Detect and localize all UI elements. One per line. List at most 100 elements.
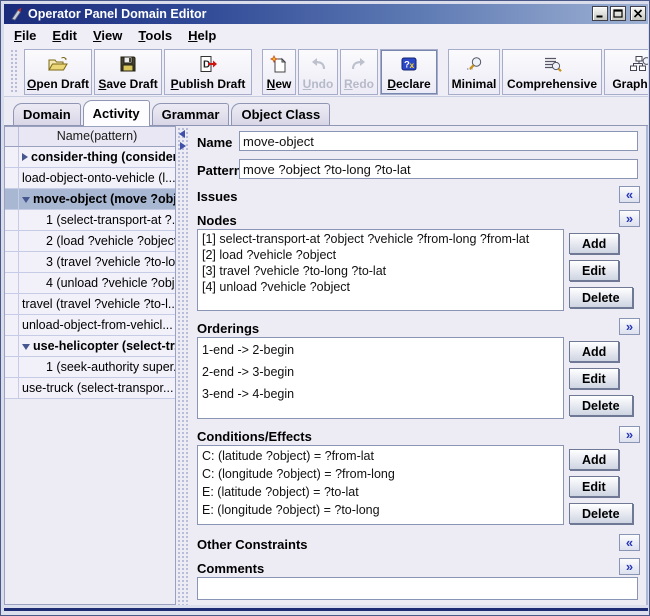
open-draft-button[interactable]: Open Draft: [24, 49, 92, 95]
list-item[interactable]: [4] unload ?vehicle ?object: [202, 279, 559, 295]
nodes-expand-button[interactable]: »: [619, 210, 640, 227]
close-icon: [633, 9, 643, 18]
tree-row[interactable]: 1 (select-transport-at ?...: [5, 210, 175, 231]
other-constraints-collapse-button[interactable]: «: [619, 534, 640, 551]
undo-arrow-icon: [308, 54, 328, 74]
tree-row-selected[interactable]: move-object (move ?obj...: [5, 189, 175, 210]
list-item[interactable]: [3] travel ?vehicle ?to-long ?to-lat: [202, 263, 559, 279]
declare-button[interactable]: ? x Declare: [380, 49, 438, 95]
comprehensive-label: Comprehensive: [506, 77, 598, 91]
conditions-add-button[interactable]: Add: [569, 449, 620, 470]
nodes-delete-button[interactable]: Delete: [569, 287, 633, 308]
tree-row[interactable]: consider-thing (consider...: [5, 147, 175, 168]
new-button[interactable]: New: [262, 49, 296, 95]
orderings-list[interactable]: 1-end -> 2-begin 2-end -> 3-begin 3-end …: [197, 337, 564, 419]
tree-row-label: consider-thing (consider...: [31, 150, 175, 164]
undo-label: Undo: [302, 77, 334, 91]
orderings-add-button[interactable]: Add: [569, 341, 620, 362]
tab-domain[interactable]: Domain: [13, 103, 81, 125]
conditions-delete-button[interactable]: Delete: [569, 503, 633, 524]
expanded-icon[interactable]: [22, 197, 30, 203]
list-item[interactable]: 1-end -> 2-begin: [202, 339, 559, 361]
close-button[interactable]: [630, 6, 646, 21]
issues-section-label: Issues: [197, 189, 238, 204]
tree-header-row: Name(pattern): [5, 127, 175, 147]
list-item[interactable]: E: (latitude ?object) = ?to-lat: [202, 483, 559, 501]
undo-button[interactable]: Undo: [298, 49, 338, 95]
orderings-edit-button[interactable]: Edit: [569, 368, 619, 389]
orderings-expand-button[interactable]: »: [619, 318, 640, 335]
collapse-right-icon[interactable]: [180, 142, 186, 150]
graphical-button[interactable]: Graphical: [604, 49, 648, 95]
tree-row[interactable]: travel (travel ?vehicle ?to-l...: [5, 294, 175, 315]
tree-row[interactable]: load-object-onto-vehicle (l...: [5, 168, 175, 189]
conditions-edit-button[interactable]: Edit: [569, 476, 619, 497]
activity-tree-panel: Name(pattern) consider-thing (consider..…: [4, 126, 176, 605]
tab-object-class[interactable]: Object Class: [231, 103, 331, 125]
row-gutter: [5, 273, 19, 293]
collapse-left-icon[interactable]: [179, 130, 185, 138]
expanded-icon[interactable]: [22, 344, 30, 350]
list-item[interactable]: E: (longitude ?object) = ?to-long: [202, 501, 559, 519]
name-input[interactable]: [239, 131, 638, 151]
menu-help[interactable]: Help: [180, 26, 224, 45]
orderings-delete-button[interactable]: Delete: [569, 395, 633, 416]
pattern-input[interactable]: [239, 159, 638, 179]
tab-activity[interactable]: Activity: [82, 100, 150, 126]
row-gutter: [5, 189, 19, 209]
tab-grammar[interactable]: Grammar: [151, 103, 230, 125]
comprehensive-view-icon: [542, 54, 562, 74]
tree-row-label: use-truck (select-transpor...: [22, 381, 174, 395]
comprehensive-button[interactable]: Comprehensive: [502, 49, 602, 95]
collapsed-icon[interactable]: [22, 153, 28, 161]
tree-row[interactable]: 4 (unload ?vehicle ?obj...: [5, 273, 175, 294]
list-item[interactable]: C: (longitude ?object) = ?from-long: [202, 465, 559, 483]
list-item[interactable]: [2] load ?vehicle ?object: [202, 247, 559, 263]
pattern-label: Pattern: [197, 163, 242, 178]
row-gutter: [5, 210, 19, 230]
comments-input[interactable]: [197, 577, 638, 600]
list-item[interactable]: C: (latitude ?object) = ?from-lat: [202, 447, 559, 465]
tree-row[interactable]: unload-object-from-vehicl...: [5, 315, 175, 336]
tree-row[interactable]: use-truck (select-transpor...: [5, 378, 175, 399]
menu-file[interactable]: File: [6, 26, 44, 45]
tree-row[interactable]: 2 (load ?vehicle ?object): [5, 231, 175, 252]
toolbar-drag-handle[interactable]: [10, 49, 19, 93]
nodes-add-button[interactable]: Add: [569, 233, 620, 254]
tree-row[interactable]: 1 (seek-authority super...: [5, 357, 175, 378]
list-item[interactable]: [1] select-transport-at ?object ?vehicle…: [202, 231, 559, 247]
list-item[interactable]: 2-end -> 3-begin: [202, 361, 559, 383]
comments-section-label: Comments: [197, 561, 265, 576]
panel-splitter[interactable]: [176, 126, 189, 605]
menu-edit[interactable]: Edit: [44, 26, 85, 45]
publish-draft-button[interactable]: D Publish Draft: [164, 49, 252, 95]
redo-button[interactable]: Redo: [340, 49, 378, 95]
nodes-edit-button[interactable]: Edit: [569, 260, 619, 281]
row-gutter: [5, 357, 19, 377]
conditions-expand-button[interactable]: »: [619, 426, 640, 443]
tree-row-label: travel (travel ?vehicle ?to-l...: [22, 297, 175, 311]
orderings-section-label: Orderings: [197, 321, 260, 336]
minimize-button[interactable]: [592, 6, 608, 21]
menu-view[interactable]: View: [85, 26, 130, 45]
save-draft-button[interactable]: Save Draft: [94, 49, 162, 95]
tree-row-label: 1 (seek-authority super...: [46, 360, 175, 374]
menu-tools[interactable]: Tools: [130, 26, 180, 45]
comments-expand-button[interactable]: »: [619, 558, 640, 575]
minimal-button[interactable]: Minimal: [448, 49, 500, 95]
window-bottom-frame: [4, 605, 648, 615]
minimize-icon: [596, 15, 603, 18]
nodes-section-label: Nodes: [197, 213, 237, 228]
tab-bar: Domain Activity Grammar Object Class: [4, 97, 648, 126]
toolbar: Open Draft Save Draft D Publish Draft Ne…: [4, 46, 648, 97]
title-bar[interactable]: Operator Panel Domain Editor: [4, 4, 648, 24]
conditions-list[interactable]: C: (latitude ?object) = ?from-lat C: (lo…: [197, 445, 564, 525]
tree-row[interactable]: use-helicopter (select-tr...: [5, 336, 175, 357]
tree-row[interactable]: 3 (travel ?vehicle ?to-lo...: [5, 252, 175, 273]
issues-collapse-button[interactable]: «: [619, 186, 640, 203]
maximize-button[interactable]: [610, 6, 626, 21]
list-item[interactable]: 3-end -> 4-begin: [202, 383, 559, 405]
open-draft-label: Open Draft: [27, 77, 90, 91]
nodes-list[interactable]: [1] select-transport-at ?object ?vehicle…: [197, 229, 564, 311]
tree-row-label: unload-object-from-vehicl...: [22, 318, 173, 332]
